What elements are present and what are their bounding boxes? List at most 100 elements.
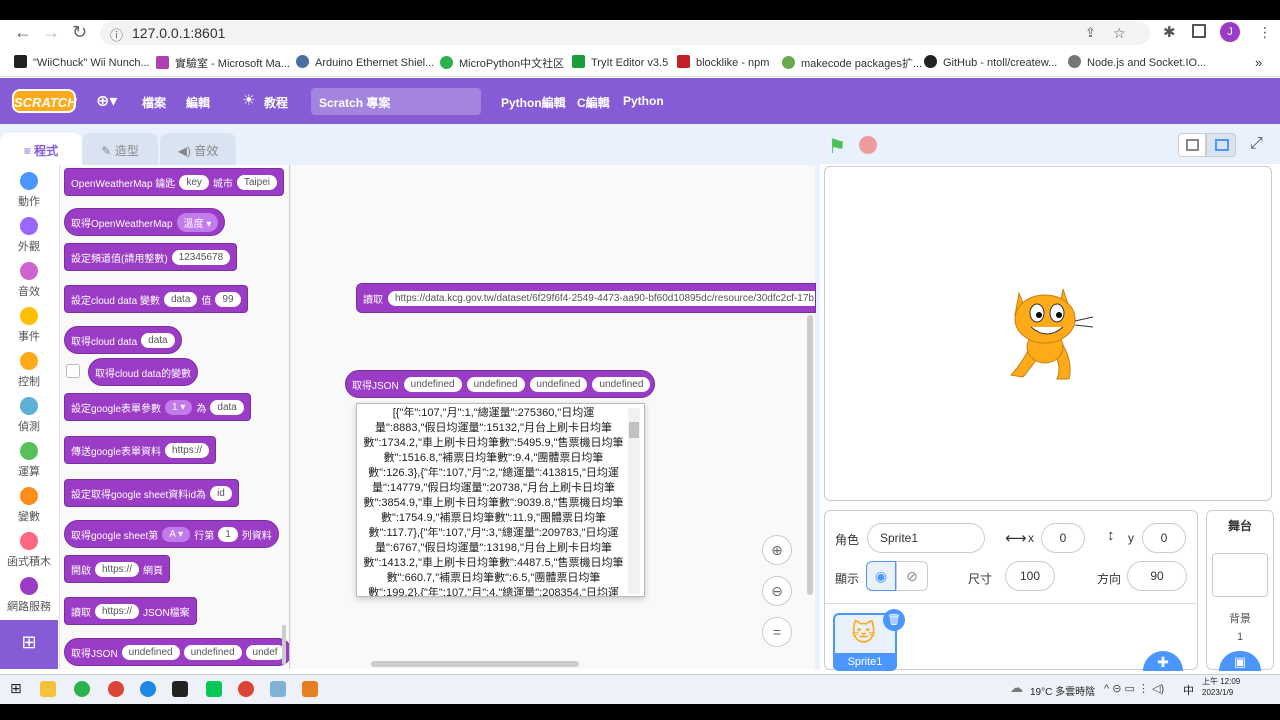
palette-block[interactable]: 取得google sheet第 A ▾ 行第 1 列資料 — [64, 520, 279, 548]
block-input[interactable]: 12345678 — [171, 249, 231, 265]
green-flag-icon[interactable]: ⚑ — [828, 134, 846, 159]
star-icon[interactable]: ☆ — [1113, 25, 1126, 42]
palette-block[interactable]: 取得OpenWeatherMap 溫度 ▾ — [64, 208, 226, 236]
line-icon[interactable] — [206, 681, 222, 697]
block-input[interactable]: undef — [245, 644, 285, 660]
zoom-reset-button[interactable]: = — [762, 617, 792, 647]
bookmark-item[interactable]: TryIt Editor v3.5 — [572, 55, 668, 69]
category-web-services[interactable]: 網路服務 — [0, 577, 58, 614]
stage-canvas[interactable] — [824, 166, 1272, 501]
y-input[interactable]: 0 — [1142, 523, 1186, 553]
more-bookmarks-icon[interactable]: » — [1255, 55, 1262, 70]
category-sound[interactable]: 音效 — [0, 262, 58, 299]
stage-selector-pane[interactable]: 舞台 背景 1 ▣ — [1206, 510, 1274, 671]
stop-icon[interactable] — [859, 136, 877, 154]
delete-sprite-icon[interactable]: 🗑 — [883, 609, 905, 631]
block-input[interactable]: undefined — [592, 376, 651, 392]
monitor-checkbox[interactable] — [66, 364, 80, 378]
palette-block[interactable]: 取得JSON undefined undefined undef — [64, 638, 289, 666]
project-title-input[interactable]: Scratch 專案 — [311, 88, 481, 115]
clock-time[interactable]: 上午 12:09 — [1202, 676, 1240, 687]
add-extension-button[interactable]: ⊞ — [0, 620, 58, 669]
tab-code[interactable]: ≡ 程式 — [0, 133, 82, 165]
show-sprite-button[interactable]: ◉ — [866, 561, 896, 591]
sidepanel-icon[interactable] — [1192, 24, 1206, 38]
globe-icon[interactable]: ⊕▾ — [96, 91, 117, 111]
block-dropdown[interactable]: 溫度 ▾ — [176, 212, 219, 232]
block-input[interactable]: data — [210, 399, 244, 415]
tab-sounds[interactable]: ◀) 音效 — [160, 133, 236, 165]
palette-scrollbar[interactable] — [282, 625, 286, 665]
reload-icon[interactable]: ↻ — [72, 22, 87, 43]
bookmark-item[interactable]: blocklike - npm — [677, 55, 769, 69]
workspace-vertical-scrollbar[interactable] — [807, 315, 813, 595]
palette-block[interactable]: 取得cloud data data — [64, 326, 182, 354]
palette-block[interactable]: 設定取得google sheet資料id為 id — [64, 479, 239, 507]
share-icon[interactable]: ⇪ — [1085, 25, 1096, 41]
zoom-in-button[interactable]: ⊕ — [762, 535, 792, 565]
profile-avatar[interactable]: J — [1220, 22, 1240, 42]
block-input[interactable]: data — [163, 291, 198, 307]
zoom-out-button[interactable]: ⊖ — [762, 576, 792, 606]
app-icon[interactable] — [302, 681, 318, 697]
back-icon[interactable]: ← — [14, 22, 32, 43]
bookmark-item[interactable]: Arduino Ethernet Shiel... — [296, 55, 434, 69]
add-backdrop-button[interactable]: ▣ — [1219, 651, 1261, 671]
url-input[interactable]: https://data.kcg.gov.tw/dataset/6f29f6f4… — [388, 290, 815, 306]
sprite-thumbnail[interactable]: 🐱 Sprite1 🗑 — [833, 609, 905, 671]
sprite-name-input[interactable]: Sprite1 — [867, 523, 985, 553]
add-sprite-button[interactable]: ✚ — [1143, 651, 1183, 671]
palette-block[interactable]: 開啟 https://網頁 — [64, 555, 171, 583]
read-json-block[interactable]: 讀取 https://data.kcg.gov.tw/dataset/6f29f6… — [356, 283, 816, 313]
terminal-icon[interactable] — [172, 681, 188, 697]
block-input[interactable]: data — [141, 332, 175, 348]
normal-stage-button[interactable] — [1206, 133, 1236, 157]
scratch-logo[interactable]: SCRATCH — [12, 89, 77, 113]
block-input[interactable]: Taipei — [236, 174, 278, 190]
block-input[interactable]: undefined — [466, 376, 525, 392]
block-input[interactable]: id — [210, 485, 232, 501]
size-input[interactable]: 100 — [1005, 561, 1055, 591]
tray-icons[interactable]: ^ ⊝ ▭ ⋮ ◁) — [1104, 682, 1164, 695]
block-input[interactable]: undefined — [403, 376, 462, 392]
forward-icon[interactable]: → — [42, 22, 60, 43]
weather-text[interactable]: 19°C 多雲時陰 — [1030, 683, 1095, 698]
bookmark-item[interactable]: "WiiChuck" Wii Nunch... — [14, 55, 150, 69]
extensions-icon[interactable]: ✱ — [1163, 23, 1176, 41]
block-input[interactable]: https:// — [95, 561, 140, 577]
palette-block[interactable]: 取得cloud data的變數 — [88, 358, 199, 386]
edit-menu[interactable]: 編輯 — [186, 94, 210, 111]
block-input[interactable]: https:// — [95, 603, 140, 619]
get-json-block[interactable]: 取得JSON undefined undefined undefined undefin… — [345, 370, 655, 398]
popup-scrollbar[interactable] — [628, 408, 640, 594]
fullscreen-icon[interactable]: ⤢ — [1250, 135, 1263, 153]
cat-sprite[interactable] — [1001, 285, 1097, 385]
bookmark-item[interactable]: MicroPython中文社区 — [440, 55, 564, 71]
category-variables[interactable]: 變數 — [0, 487, 58, 524]
hide-sprite-button[interactable]: ⊘ — [896, 561, 928, 591]
info-icon[interactable]: ⓘ — [110, 25, 123, 44]
block-input[interactable]: 1 — [218, 526, 238, 542]
palette-block[interactable]: 傳送google表單資料 https:// — [64, 436, 217, 464]
block-dropdown[interactable]: A ▾ — [162, 526, 191, 542]
block-input[interactable]: 99 — [215, 291, 241, 307]
category-operators[interactable]: 運算 — [0, 442, 58, 479]
address-bar[interactable]: ⓘ 127.0.0.1:8601 ⇪ ☆ — [100, 21, 1150, 45]
palette-block[interactable]: 設定頻道值(請用整數) 12345678 — [64, 243, 238, 271]
palette-block[interactable]: 設定google表單參數 1 ▾ 為 data — [64, 393, 251, 421]
ime-indicator[interactable]: 中 — [1183, 682, 1194, 698]
file-menu[interactable]: 檔案 — [142, 94, 166, 111]
palette-block[interactable]: OpenWeatherMap 鑰匙 key 城市 Taipei — [64, 168, 285, 196]
wechat-icon[interactable] — [74, 681, 90, 697]
bookmark-item[interactable]: makecode packages扩... — [782, 55, 922, 71]
bookmark-item[interactable]: GitHub - ntoll/createw... — [924, 55, 1057, 69]
block-input[interactable]: undefined — [183, 644, 242, 660]
windows-start-icon[interactable]: ⊞ — [10, 680, 22, 697]
python-menu[interactable]: Python — [623, 94, 664, 108]
edge-icon[interactable] — [140, 681, 156, 697]
block-input[interactable]: key — [179, 174, 209, 190]
popup-scroll-thumb[interactable] — [629, 422, 639, 438]
tutorials-menu[interactable]: 教程 — [264, 94, 288, 111]
x-input[interactable]: 0 — [1041, 523, 1085, 553]
tab-costumes[interactable]: ✎ 造型 — [82, 133, 158, 165]
